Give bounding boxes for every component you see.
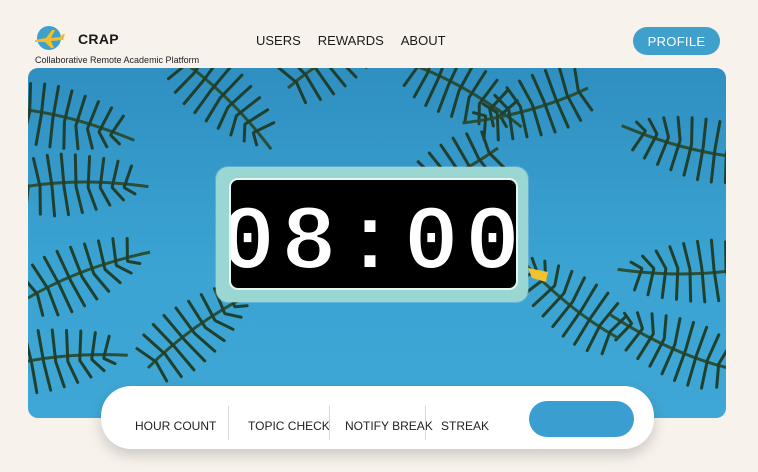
divider: [228, 406, 229, 440]
profile-button[interactable]: PROFILE: [633, 27, 720, 55]
hour-count-tab[interactable]: HOUR COUNT: [135, 419, 216, 433]
streak-tab[interactable]: STREAK: [441, 419, 489, 433]
feature-bar: HOUR COUNT TOPIC CHECK NOTIFY BREAK STRE…: [101, 386, 654, 449]
brand-title: CRAP: [78, 31, 119, 47]
topic-check-tab[interactable]: TOPIC CHECK: [248, 419, 330, 433]
divider: [425, 406, 426, 440]
brand-subtitle: Collaborative Remote Academic Platform: [35, 55, 200, 65]
action-button[interactable]: [529, 401, 634, 437]
nav-users[interactable]: USERS: [256, 33, 301, 48]
main-nav: USERS REWARDS ABOUT: [256, 33, 446, 48]
notify-break-tab[interactable]: NOTIFY BREAK: [345, 419, 433, 433]
clock-time: 08:00: [231, 191, 516, 288]
nav-about[interactable]: ABOUT: [401, 33, 446, 48]
nav-rewards[interactable]: REWARDS: [318, 33, 384, 48]
divider: [329, 406, 330, 440]
airplane-icon: [35, 26, 65, 50]
clock-digits: 08:00: [219, 190, 521, 297]
clock-display: 08:00: [219, 178, 521, 297]
